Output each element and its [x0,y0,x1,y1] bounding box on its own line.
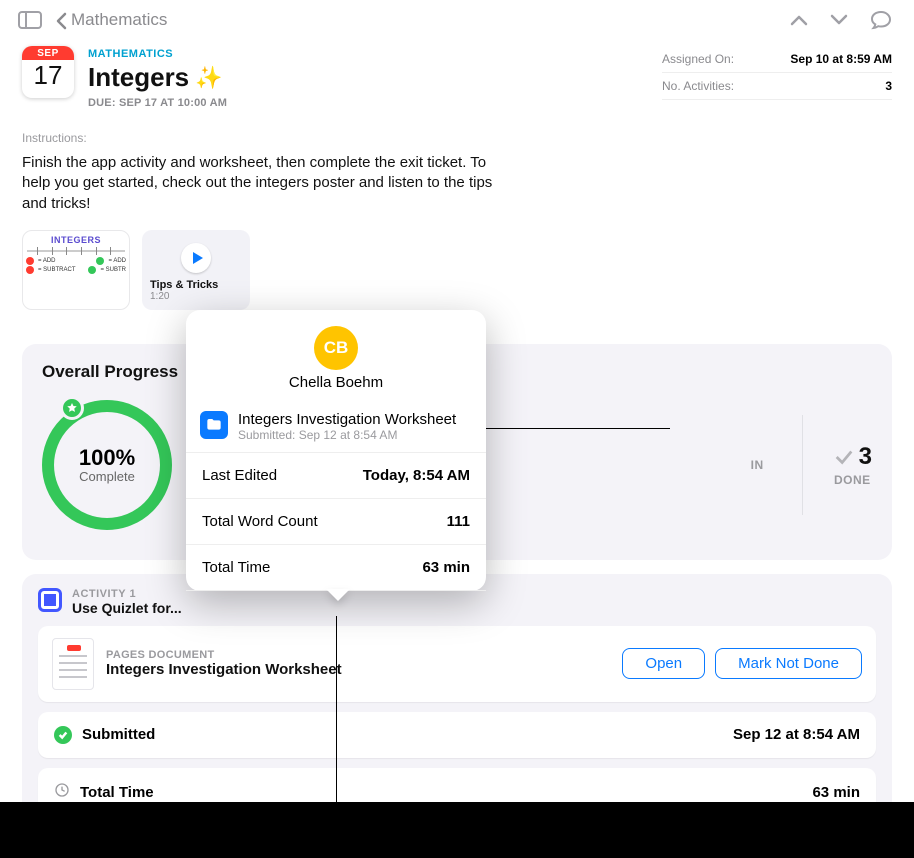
popover-arrow-icon [326,589,350,601]
header-meta: Assigned On: Sep 10 at 8:59 AM No. Activ… [662,46,892,109]
done-count: 3 [859,443,872,471]
toolbar-right [790,10,892,30]
document-name: Integers Investigation Worksheet [106,661,610,678]
document-thumbnail-icon [52,638,94,690]
due-label: DUE: SEP 17 AT 10:00 AM [88,97,227,109]
check-icon [54,726,72,744]
activities-label: No. Activities: [662,79,734,93]
calendar-icon: SEP 17 [22,46,74,98]
min-block: IN [751,458,764,472]
last-edited-label: Last Edited [202,467,277,484]
popover-word-count: Total Word Count 111 [186,499,486,545]
instructions-section: Instructions: Finish the app activity an… [0,109,914,214]
calendar-day: 17 [22,60,74,90]
student-name: Chella Boehm [186,374,486,391]
document-meta: PAGES DOCUMENT Integers Investigation Wo… [106,649,610,678]
total-time-label: Total Time [80,784,154,801]
poster-row: = ADD= ADD [23,257,129,266]
attachment-poster[interactable]: INTEGERS = ADD= ADD = SUBTRACT= SUBTR [22,230,130,310]
crop-mask [0,802,914,858]
attachment-audio[interactable]: Tips & Tricks 1:20 [142,230,250,310]
assignment-title: Integers ✨ [88,62,227,93]
popover-file-title: Integers Investigation Worksheet [238,411,456,428]
popover-time-value: 63 min [422,559,470,576]
sparkle-icon: ✨ [195,65,222,91]
poster-row: = SUBTRACT= SUBTR [23,266,129,275]
mark-not-done-button[interactable]: Mark Not Done [715,648,862,679]
media-title: Tips & Tricks [150,279,242,291]
student-popover: CB Chella Boehm Integers Investigation W… [186,310,486,591]
progress-percent: 100% [79,445,135,471]
folder-icon [200,411,228,439]
header-left: SEP 17 MATHEMATICS Integers ✨ DUE: SEP 1… [22,46,227,109]
activity-header: ACTIVITY 1 Use Quizlet for... [38,588,876,626]
callout-line [480,428,670,429]
clock-icon [54,782,70,803]
document-buttons: Open Mark Not Done [622,648,862,679]
title-text: Integers [88,62,189,93]
popover-time-label: Total Time [202,559,270,576]
play-icon[interactable] [181,243,211,273]
document-card: PAGES DOCUMENT Integers Investigation Wo… [38,626,876,702]
popover-last-edited: Last Edited Today, 8:54 AM [186,453,486,499]
avatar: CB [314,326,358,370]
word-count-value: 111 [447,513,470,530]
prev-icon[interactable] [790,14,808,26]
progress-ring: 100% Complete [42,400,172,530]
activities-value: 3 [885,79,892,93]
subject-label: MATHEMATICS [88,48,227,60]
submitted-row: Submitted Sep 12 at 8:54 AM [38,712,876,758]
open-button[interactable]: Open [622,648,705,679]
popover-file-subtitle: Submitted: Sep 12 at 8:54 AM [238,428,456,442]
next-icon[interactable] [830,14,848,26]
popover-file-row[interactable]: Integers Investigation Worksheet Submitt… [186,401,486,453]
poster-numberline [27,250,125,252]
activity-label: ACTIVITY 1 [72,588,182,600]
media-duration: 1:20 [150,291,242,302]
calendar-month: SEP [22,46,74,60]
total-time-value: 63 min [812,784,860,801]
assignment-header: SEP 17 MATHEMATICS Integers ✨ DUE: SEP 1… [0,36,914,109]
submitted-label: Submitted [82,726,155,743]
done-label: DONE [834,473,871,487]
poster-title: INTEGERS [23,231,129,245]
toolbar-left: Mathematics [18,10,167,30]
submitted-value: Sep 12 at 8:54 AM [733,726,860,743]
popover-total-time: Total Time 63 min [186,545,486,591]
last-edited-value: Today, 8:54 AM [363,467,470,484]
instructions-text: Finish the app activity and worksheet, t… [22,153,502,214]
divider [802,415,803,515]
back-label: Mathematics [71,10,167,30]
toolbar: Mathematics [0,0,914,36]
activity-panel: ACTIVITY 1 Use Quizlet for... PAGES DOCU… [22,574,892,817]
assigned-on-label: Assigned On: [662,52,734,66]
back-button[interactable]: Mathematics [56,10,167,30]
word-count-label: Total Word Count [202,513,318,530]
comment-icon[interactable] [870,10,892,30]
progress-complete-label: Complete [79,469,135,484]
min-label: IN [751,458,764,472]
instructions-label: Instructions: [22,131,892,145]
done-block: 3 DONE [833,443,872,487]
assigned-on-row: Assigned On: Sep 10 at 8:59 AM [662,46,892,73]
title-block: MATHEMATICS Integers ✨ DUE: SEP 17 AT 10… [88,46,227,109]
activities-row: No. Activities: 3 [662,73,892,100]
document-type: PAGES DOCUMENT [106,649,610,661]
quizlet-icon [38,588,62,612]
activity-title: Use Quizlet for... [72,600,182,616]
assigned-on-value: Sep 10 at 8:59 AM [790,52,892,66]
sidebar-toggle-icon[interactable] [18,11,42,29]
